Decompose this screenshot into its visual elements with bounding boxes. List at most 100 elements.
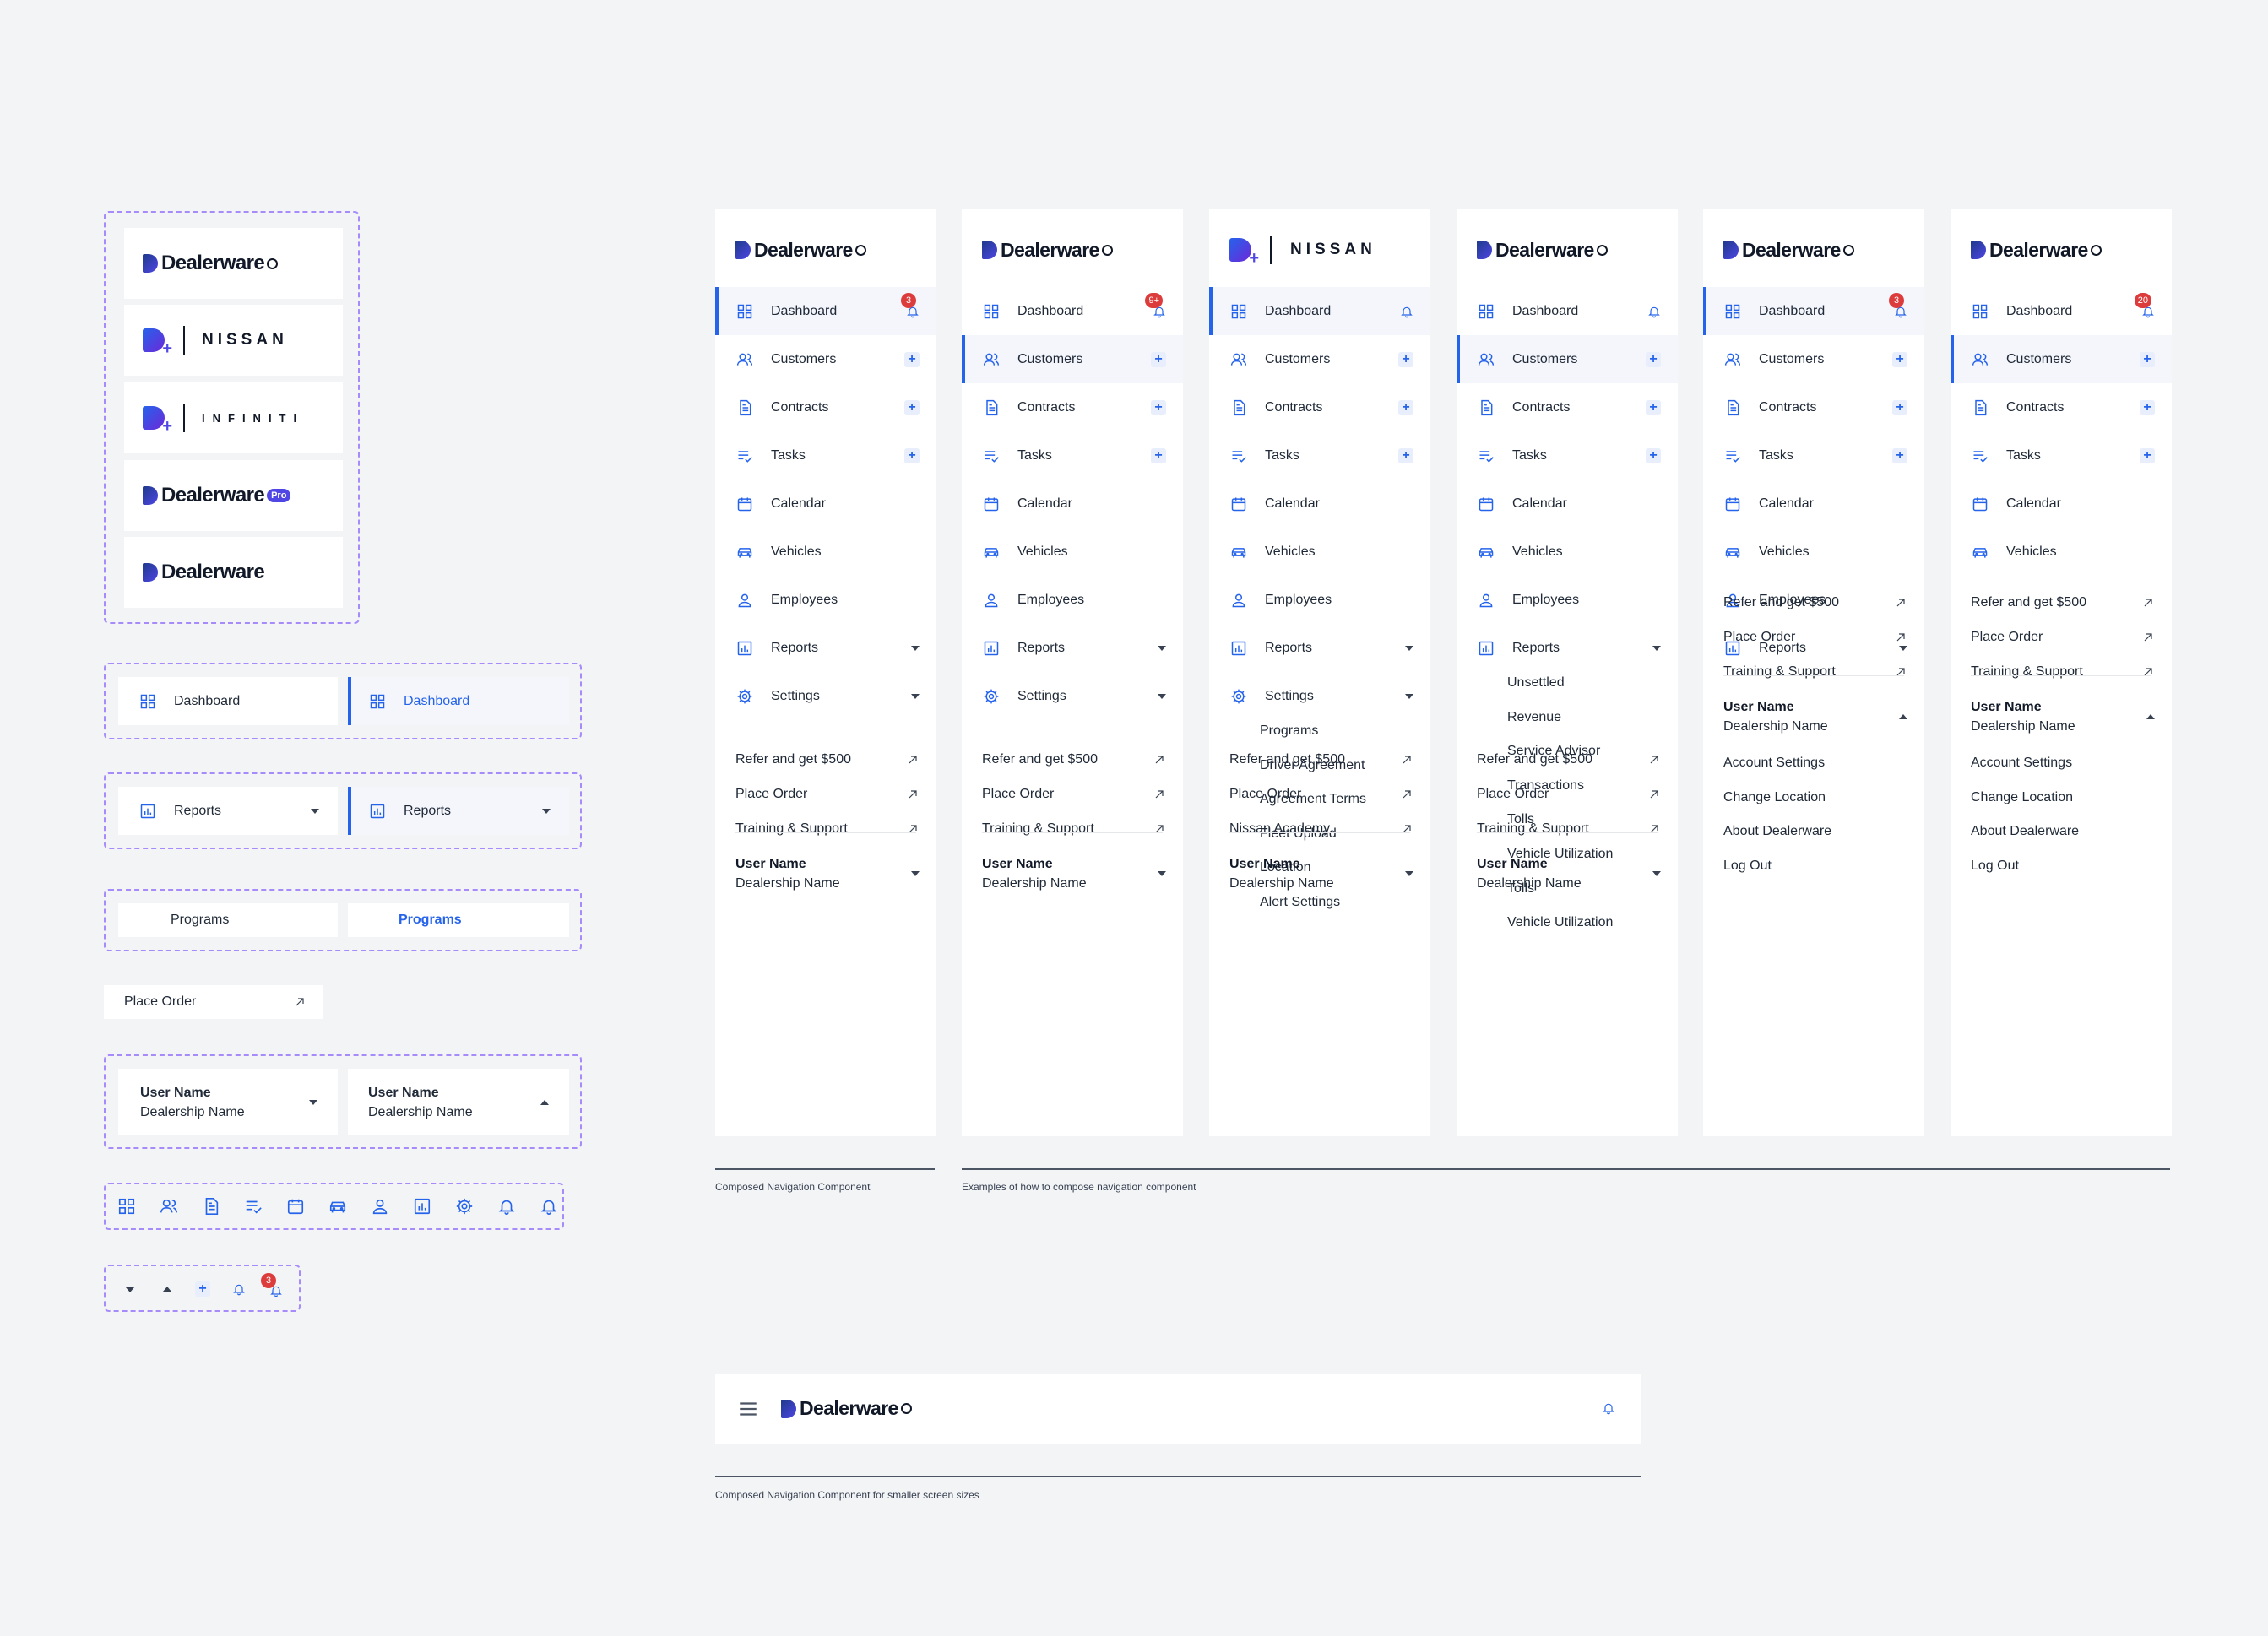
link-place-order[interactable]: Place Order bbox=[1723, 620, 1907, 654]
link-training[interactable]: Training & Support bbox=[735, 812, 920, 846]
add-contracts-button[interactable]: + bbox=[1398, 399, 1413, 415]
link-academy[interactable]: Nissan Academy bbox=[1229, 812, 1413, 846]
chevron-down-icon[interactable] bbox=[911, 693, 920, 699]
link-refer[interactable]: Refer and get $500 bbox=[982, 743, 1166, 777]
add-customers-button[interactable]: + bbox=[2140, 351, 2155, 367]
nav-item-dashboard[interactable]: Dashboard bbox=[1457, 287, 1678, 335]
nav-item-customers[interactable]: Customers + bbox=[1951, 335, 2172, 383]
nav-item-calendar[interactable]: Calendar bbox=[1209, 479, 1430, 528]
chevron-down-icon[interactable] bbox=[1158, 871, 1166, 876]
link-refer[interactable]: Refer and get $500 bbox=[1229, 743, 1413, 777]
add-contracts-button[interactable]: + bbox=[2140, 399, 2155, 415]
add-contracts-button[interactable]: + bbox=[904, 399, 920, 415]
nav-item-tasks[interactable]: Tasks + bbox=[962, 431, 1183, 479]
user-menu-item[interactable]: About Dealerware bbox=[1971, 824, 2079, 839]
nav-item-contracts[interactable]: Contracts + bbox=[1703, 383, 1924, 431]
nav-item-employees[interactable]: Employees bbox=[715, 576, 936, 624]
nav-item-tasks[interactable]: Tasks + bbox=[715, 431, 936, 479]
add-tasks-button[interactable]: + bbox=[1398, 447, 1413, 463]
hamburger-menu-icon[interactable] bbox=[737, 1398, 759, 1420]
user-menu-item[interactable]: Log Out bbox=[1723, 859, 1772, 874]
add-contracts-button[interactable]: + bbox=[1151, 399, 1166, 415]
nav-item-vehicles[interactable]: Vehicles bbox=[1703, 528, 1924, 576]
bell-icon[interactable] bbox=[232, 1282, 246, 1296]
panel-logo[interactable]: Dealerware bbox=[1477, 235, 1608, 265]
user-menu[interactable]: User Name Dealership Name bbox=[1477, 854, 1661, 893]
nav-item-settings[interactable]: Settings bbox=[962, 672, 1183, 720]
subitem-programs-active[interactable]: Programs bbox=[348, 903, 569, 937]
user-menu[interactable]: User Name Dealership Name bbox=[1971, 697, 2155, 736]
chevron-down-icon[interactable] bbox=[126, 1287, 134, 1292]
nav-item-contracts[interactable]: Contracts + bbox=[1951, 383, 2172, 431]
link-refer[interactable]: Refer and get $500 bbox=[1477, 743, 1661, 777]
mobile-logo[interactable]: Dealerware bbox=[781, 1397, 912, 1420]
nav-item-employees[interactable]: Employees bbox=[1457, 576, 1678, 624]
nav-item-calendar[interactable]: Calendar bbox=[1951, 479, 2172, 528]
chevron-up-icon[interactable] bbox=[1899, 714, 1907, 719]
plus-icon[interactable]: + bbox=[195, 1281, 210, 1297]
chevron-down-icon[interactable] bbox=[542, 808, 551, 814]
add-customers-button[interactable]: + bbox=[1151, 351, 1166, 367]
link-refer[interactable]: Refer and get $500 bbox=[1723, 586, 1907, 620]
nav-item-contracts[interactable]: Contracts + bbox=[715, 383, 936, 431]
nav-item-settings[interactable]: Settings bbox=[715, 672, 936, 720]
chevron-down-icon[interactable] bbox=[1652, 645, 1661, 651]
panel-logo[interactable]: Dealerware bbox=[1971, 235, 2102, 265]
nav-item-tasks[interactable]: Tasks + bbox=[1209, 431, 1430, 479]
link-place-order[interactable]: Place Order bbox=[982, 777, 1166, 811]
chevron-up-icon[interactable] bbox=[2146, 714, 2155, 719]
chevron-down-icon[interactable] bbox=[1158, 645, 1166, 651]
link-training[interactable]: Training & Support bbox=[982, 812, 1166, 846]
nav-item-reports[interactable]: Reports bbox=[1209, 624, 1430, 672]
subitem[interactable]: Programs bbox=[1260, 723, 1318, 739]
add-tasks-button[interactable]: + bbox=[1151, 447, 1166, 463]
user-menu-item[interactable]: Account Settings bbox=[1971, 756, 2072, 771]
nav-item-dashboard[interactable]: Dashboard 3 bbox=[715, 287, 936, 335]
nav-item-tasks[interactable]: Tasks + bbox=[1457, 431, 1678, 479]
nav-item-reports[interactable]: Reports bbox=[715, 624, 936, 672]
link-refer[interactable]: Refer and get $500 bbox=[1971, 586, 2155, 620]
user-menu[interactable]: User Name Dealership Name bbox=[982, 854, 1166, 893]
nav-item-customers[interactable]: Customers + bbox=[1703, 335, 1924, 383]
panel-logo[interactable]: Dealerware bbox=[982, 235, 1113, 265]
add-tasks-button[interactable]: + bbox=[904, 447, 920, 463]
nav-item-dashboard[interactable]: Dashboard 3 bbox=[1703, 287, 1924, 335]
nav-item-reports-default[interactable]: Reports bbox=[118, 787, 338, 835]
add-customers-button[interactable]: + bbox=[1646, 351, 1661, 367]
link-training[interactable]: Training & Support bbox=[1477, 812, 1661, 846]
nav-item-contracts[interactable]: Contracts + bbox=[1457, 383, 1678, 431]
user-menu-item[interactable]: Account Settings bbox=[1723, 756, 1825, 771]
add-tasks-button[interactable]: + bbox=[2140, 447, 2155, 463]
link-refer[interactable]: Refer and get $500 bbox=[735, 743, 920, 777]
subitem-programs-default[interactable]: Programs bbox=[118, 903, 338, 937]
chevron-down-icon[interactable] bbox=[1652, 871, 1661, 876]
link-training[interactable]: Training & Support bbox=[1971, 655, 2155, 689]
nav-item-calendar[interactable]: Calendar bbox=[715, 479, 936, 528]
nav-item-dashboard[interactable]: Dashboard 20 bbox=[1951, 287, 2172, 335]
link-place-order[interactable]: Place Order bbox=[1477, 777, 1661, 811]
panel-logo[interactable]: Dealerware bbox=[735, 235, 866, 265]
link-place-order[interactable]: Place Order bbox=[1971, 620, 2155, 654]
place-order-link[interactable]: Place Order bbox=[104, 985, 323, 1019]
nav-item-customers[interactable]: Customers + bbox=[962, 335, 1183, 383]
chevron-down-icon[interactable] bbox=[911, 645, 920, 651]
add-contracts-button[interactable]: + bbox=[1892, 399, 1907, 415]
nav-item-tasks[interactable]: Tasks + bbox=[1951, 431, 2172, 479]
link-place-order[interactable]: Place Order bbox=[735, 777, 920, 811]
nav-item-calendar[interactable]: Calendar bbox=[1703, 479, 1924, 528]
nav-item-dashboard-active[interactable]: Dashboard bbox=[348, 677, 569, 725]
nav-item-employees[interactable]: Employees bbox=[962, 576, 1183, 624]
add-tasks-button[interactable]: + bbox=[1646, 447, 1661, 463]
user-menu[interactable]: User Name Dealership Name bbox=[1723, 697, 1907, 736]
chevron-down-icon[interactable] bbox=[1405, 693, 1413, 699]
nav-item-vehicles[interactable]: Vehicles bbox=[1457, 528, 1678, 576]
subitem[interactable]: Vehicle Utilization bbox=[1507, 915, 1613, 930]
chevron-down-icon[interactable] bbox=[309, 1100, 317, 1105]
chevron-down-icon[interactable] bbox=[1158, 693, 1166, 699]
user-menu-item[interactable]: Log Out bbox=[1971, 859, 2019, 874]
nav-item-contracts[interactable]: Contracts + bbox=[1209, 383, 1430, 431]
nav-item-vehicles[interactable]: Vehicles bbox=[1951, 528, 2172, 576]
add-customers-button[interactable]: + bbox=[1398, 351, 1413, 367]
subitem[interactable]: Alert Settings bbox=[1260, 895, 1340, 910]
nav-item-dashboard[interactable]: Dashboard bbox=[1209, 287, 1430, 335]
